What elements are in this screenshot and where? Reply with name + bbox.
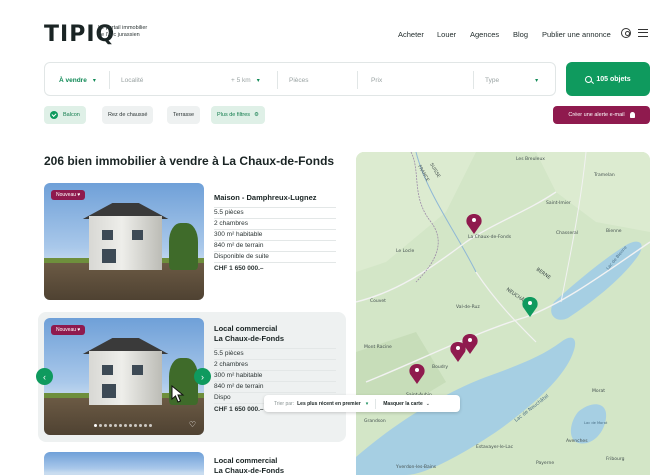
chevron-down-icon: ▾ [256,77,260,84]
sort-select[interactable]: Les plus récent en premier [297,401,361,407]
location-input[interactable]: Localité [121,63,143,97]
bell-icon [629,112,635,118]
search-submit-label: 105 objets [596,75,631,83]
map-label-lac-morat: Lac de Morat [584,421,608,425]
results-title: 206 bien immobilier à vendre à La Chaux-… [44,154,335,168]
filter-chip-balcon[interactable]: Balcon [44,106,86,124]
map-canvas[interactable]: FRANCE SUISSE La Chaux-de-Fonds Le Locle… [356,152,650,475]
rooms-input[interactable]: Pièces [289,63,309,97]
carousel-next-button[interactable]: › [194,368,211,385]
map-label-val-de-ruz: Val-de-Ruz [456,304,480,310]
listing-land-area: 840 m² de terrain [214,240,336,251]
favorite-heart-icon[interactable]: ♡ [189,420,196,429]
map-label-la-chaux-de-fonds: La Chaux-de-Fonds [468,234,512,240]
map[interactable]: FRANCE SUISSE La Chaux-de-Fonds Le Locle… [356,152,650,475]
hide-map-button[interactable]: Masquer la carte [383,401,422,407]
map-label-avenches: Avenches [566,438,588,444]
search-bar: À vendre ▾ Localité + 5 km ▾ Pièces Prix… [44,62,556,96]
create-email-alert-label: Créer une alerte e-mail [568,112,625,118]
listing-bedrooms: 2 chambres [214,359,336,370]
separator [357,71,358,89]
map-label-boudry: Boudry [432,364,448,370]
map-label-morat: Morat [592,388,605,394]
nav-louer[interactable]: Louer [437,30,456,39]
sort-label: Trier par: [274,400,295,407]
price-input[interactable]: Prix [371,63,382,97]
search-icon [585,75,593,83]
chevron-down-icon: ⌄ [425,400,430,407]
chevron-down-icon: ▾ [535,77,539,84]
map-label-couvet: Couvet [370,298,386,304]
filter-chip-label: Balcon [63,112,80,118]
map-label-chasseral: Chasseral [556,230,578,236]
listing-price: CHF 1 650 000.– [214,262,336,274]
listing-title: Local commercial La Chaux-de-Fonds [214,456,285,475]
map-label-mont-racine: Mont Racine [364,344,392,350]
listing-living-area: 300 m² habitable [214,370,336,381]
property-type-placeholder: Type [485,76,500,84]
search-submit-button[interactable]: 105 objets [566,62,650,96]
listing-title: Maison - Damphreux-Lugnez [214,193,317,202]
new-badge: Nouveau ♥ [51,325,86,335]
hamburger-menu-icon[interactable] [638,29,648,37]
map-label-grandson: Grandson [364,418,386,424]
listing-photo[interactable] [44,452,204,475]
listing-info[interactable]: Local commercial La Chaux-de-Fonds [214,456,336,475]
separator [109,71,110,89]
nav-agences[interactable]: Agences [470,30,499,39]
map-label-tramelan: Tramelan [593,172,615,178]
map-label-les-breuleux: Les Breuleux [516,156,545,162]
map-label-payerne: Payerne [536,460,554,466]
user-account-icon[interactable] [621,28,631,38]
map-label-estavayer: Estavayer-le-Lac [476,444,514,450]
listing-title: Local commercial La Chaux-de-Fonds [214,324,285,343]
map-label-yverdon: Yverdon-les-Bains [395,464,437,470]
filter-chip-terrasse[interactable]: Terrasse [167,106,201,124]
map-label-bienne: Bienne [606,228,622,234]
transaction-type-value: À vendre [59,76,87,84]
transaction-type-select[interactable]: À vendre ▾ [59,63,96,97]
create-email-alert-button[interactable]: Créer une alerte e-mail [553,106,650,124]
sliders-icon: ⚙ [254,112,259,118]
radius-select[interactable]: + 5 km ▾ [231,63,260,97]
more-filters-button[interactable]: Plus de filtres ⚙ [211,106,265,124]
listing-bedrooms: 2 chambres [214,218,336,229]
check-icon [50,111,58,119]
chevron-down-icon[interactable]: ▾ [366,401,369,407]
listing-info[interactable]: Maison - Damphreux-Lugnez 5.5 pièces 2 c… [214,193,336,274]
carousel-prev-button[interactable]: ‹ [36,368,53,385]
nav-publier-annonce[interactable]: Publier une annonce [542,30,611,39]
chevron-down-icon: ▾ [92,77,96,84]
separator [473,71,474,89]
sort-bar: Trier par: Les plus récent en premier ▾ … [264,395,460,412]
mouse-cursor-icon [171,385,185,403]
separator [375,398,377,409]
map-label-le-locle: Le Locle [396,248,415,254]
listing-photo[interactable]: Nouveau ♥ [44,183,204,300]
listing-availability: Disponible de suite [214,251,336,262]
new-badge: Nouveau ♥ [51,190,86,200]
header: TIPIQ Le portail immobilier de l'Arc jur… [0,0,659,54]
map-label-saint-imier: Saint-Imier [546,200,571,206]
separator [277,71,278,89]
map-label-fribourg: Fribourg [606,456,625,462]
listing-rooms: 5.5 pièces [214,207,336,218]
radius-value: + 5 km [231,76,251,84]
carousel-dots[interactable] [94,424,152,427]
logo-tagline: Le portail immobilier de l'Arc jurassien [98,25,148,38]
nav-blog[interactable]: Blog [513,30,528,39]
listing-living-area: 300 m² habitable [214,229,336,240]
more-filters-label: Plus de filtres [217,112,251,118]
nav-acheter[interactable]: Acheter [398,30,424,39]
property-type-select[interactable]: Type ▾ [485,63,538,97]
listing-land-area: 840 m² de terrain [214,381,336,392]
listing-rooms: 5.5 pièces [214,348,336,359]
filter-chip-rez-de-chausse[interactable]: Rez de chaussé [102,106,154,124]
listing-photo[interactable]: Nouveau ♥ ♡ [44,318,204,435]
